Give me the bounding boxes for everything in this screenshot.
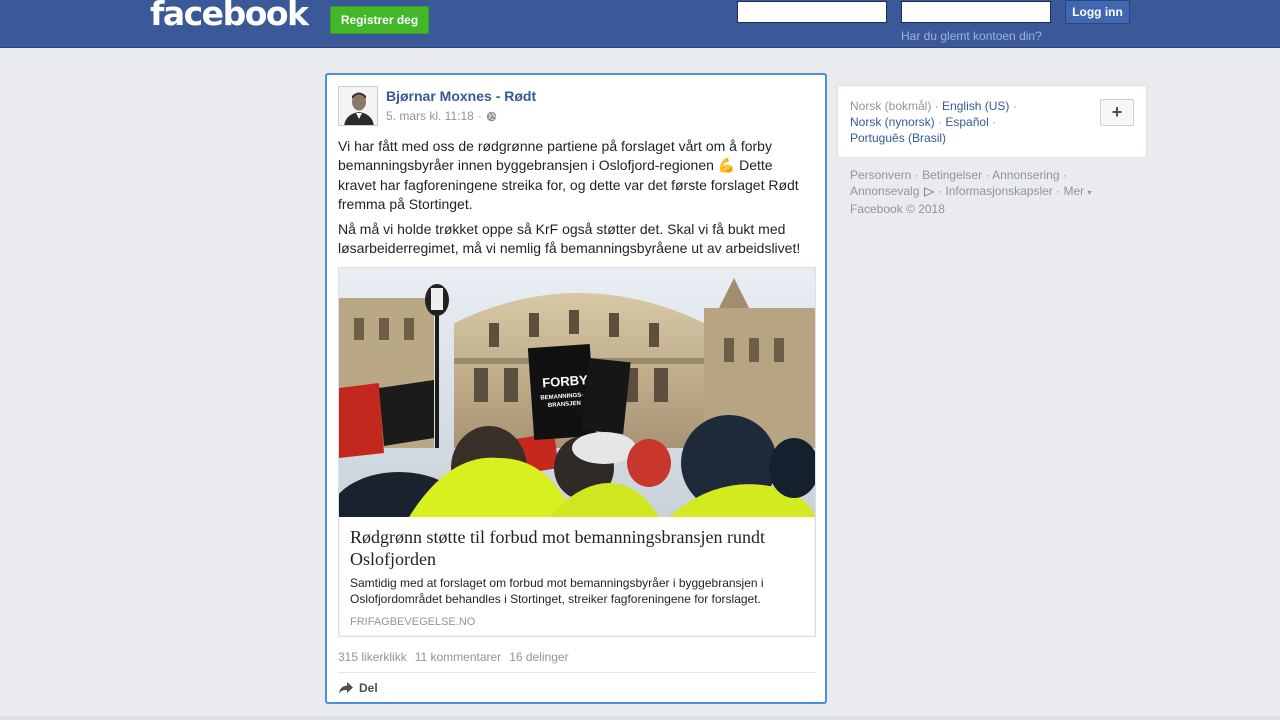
- separator: ·: [914, 168, 919, 182]
- language-list: Norsk (bokmål) · English (US) · Norsk (n…: [850, 98, 1090, 146]
- facebook-logo[interactable]: facebook: [150, 0, 309, 33]
- password-field[interactable]: [901, 1, 1051, 23]
- separator: ·: [934, 99, 939, 113]
- separator: ·: [938, 184, 943, 198]
- language-english-link[interactable]: English (US): [942, 99, 1009, 113]
- language-portuguese-link[interactable]: Português (Brasil): [850, 131, 946, 145]
- login-button[interactable]: Logg inn: [1065, 0, 1130, 24]
- shares-count[interactable]: 16 delinger: [509, 650, 568, 664]
- author-name-link[interactable]: Bjørnar Moxnes - Rødt: [386, 88, 536, 104]
- footer-more-link[interactable]: Mer: [1064, 184, 1085, 198]
- footer-adchoices-link[interactable]: Annonsevalg: [850, 184, 919, 198]
- meta-separator: ·: [477, 109, 482, 123]
- separator: ·: [992, 115, 997, 129]
- copyright: Facebook © 2018: [850, 202, 945, 216]
- sign-text-forby: FORBY: [542, 372, 589, 390]
- email-field[interactable]: [737, 1, 887, 23]
- footer-terms-link[interactable]: Betingelser: [922, 168, 982, 182]
- footer-advertising-link[interactable]: Annonsering: [992, 168, 1059, 182]
- link-preview-card[interactable]: FORBY BEMANNINGS- BRANSJEN Rødgrønn støt…: [338, 267, 816, 637]
- add-language-button[interactable]: +: [1100, 99, 1134, 126]
- register-button[interactable]: Registrer deg: [330, 6, 429, 34]
- avatar[interactable]: [338, 86, 378, 126]
- footer-privacy-link[interactable]: Personvern: [850, 168, 911, 182]
- share-arrow-icon: [339, 682, 353, 694]
- post-message: Vi har fått med oss de rødgrønne partien…: [338, 137, 808, 264]
- forgot-account-link[interactable]: Har du glemt kontoen din?: [901, 29, 1042, 43]
- separator: ·: [1012, 99, 1017, 113]
- link-title[interactable]: Rødgrønn støtte til forbud mot bemanning…: [350, 526, 800, 570]
- separator: ·: [1056, 184, 1061, 198]
- share-button[interactable]: Del: [338, 681, 378, 695]
- link-domain: FRIFAGBEVEGELSE.NO: [350, 616, 476, 628]
- top-navigation-bar: facebook Registrer deg Logg inn Har du g…: [0, 0, 1280, 48]
- language-nynorsk-link[interactable]: Norsk (nynorsk): [850, 115, 935, 129]
- divider: [338, 672, 816, 673]
- post-paragraph-1: Vi har fått med oss de rødgrønne partien…: [338, 137, 808, 214]
- language-current: Norsk (bokmål): [850, 99, 932, 113]
- post-paragraph-2: Nå må vi holde trøkket oppe så KrF også …: [338, 221, 801, 256]
- footer-cookies-link[interactable]: Informasjonskapsler: [945, 184, 1052, 198]
- share-label: Del: [359, 681, 378, 695]
- separator: ·: [1062, 168, 1067, 182]
- post-card: Bjørnar Moxnes - Rødt 5. mars kl. 11:18 …: [325, 73, 827, 704]
- post-timestamp[interactable]: 5. mars kl. 11:18: [386, 109, 474, 123]
- post-meta: 5. mars kl. 11:18 ·: [386, 109, 497, 123]
- caret-down-icon[interactable]: ▾: [1088, 188, 1092, 197]
- comments-count[interactable]: 11 kommentarer: [415, 650, 501, 664]
- likes-count[interactable]: 315 likerklikk: [338, 650, 407, 664]
- post-stats: 315 likerklikk 11 kommentarer 16 delinge…: [338, 650, 569, 664]
- link-description: Samtidig med at forslaget om forbud mot …: [350, 576, 764, 606]
- paragraph-1-text-a: Vi har fått med oss de rødgrønne partien…: [338, 138, 772, 173]
- adchoices-icon[interactable]: [923, 186, 935, 197]
- bottom-edge: [0, 716, 1280, 720]
- footer-links: Personvern · Betingelser · Annonsering ·…: [850, 167, 1120, 217]
- globe-icon[interactable]: [486, 111, 497, 122]
- separator: ·: [985, 168, 990, 182]
- language-spanish-link[interactable]: Español: [945, 115, 988, 129]
- link-preview-image[interactable]: FORBY BEMANNINGS- BRANSJEN: [339, 268, 815, 517]
- separator: ·: [938, 115, 943, 129]
- language-selector: Norsk (bokmål) · English (US) · Norsk (n…: [837, 85, 1147, 158]
- flexed-biceps-emoji: 💪: [717, 158, 736, 174]
